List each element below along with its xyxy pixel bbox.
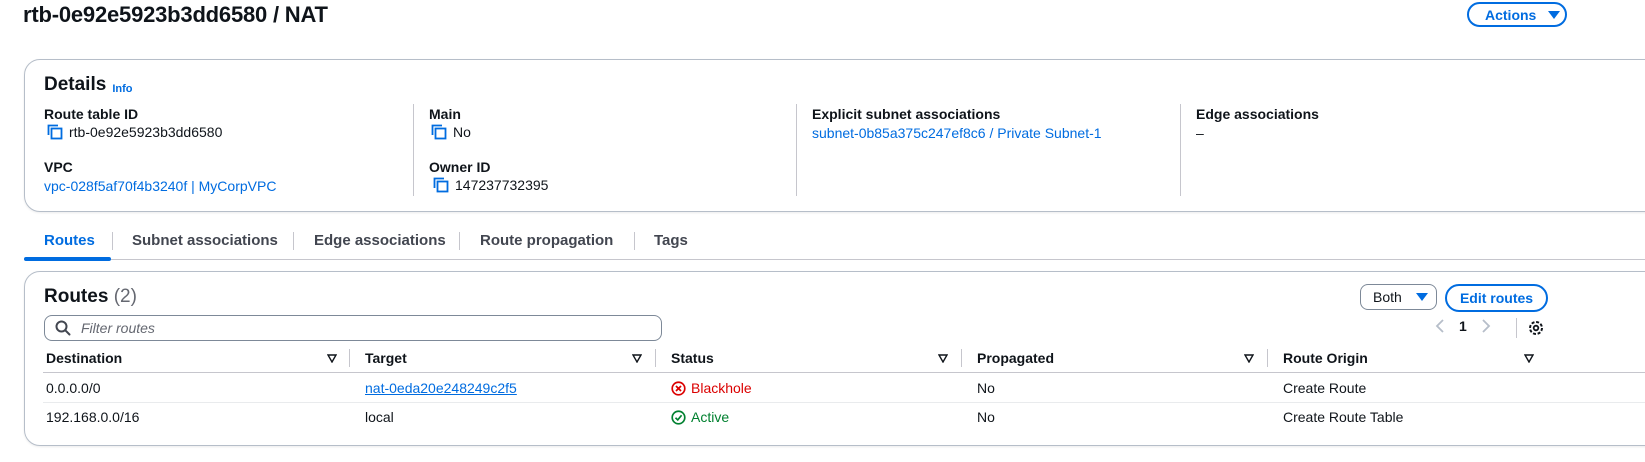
filter-routes-input[interactable] (79, 319, 639, 337)
cell-destination: 0.0.0.0/0 (46, 380, 101, 396)
cell-status: Active (671, 409, 729, 425)
column-divider (413, 104, 414, 196)
active-tab-indicator (24, 257, 111, 261)
page-number[interactable]: 1 (1459, 318, 1467, 334)
actions-button[interactable]: Actions (1467, 2, 1567, 27)
gear-icon[interactable] (1527, 319, 1545, 337)
vpc-link[interactable]: vpc-028f5af70f4b3240f | MyCorpVPC (44, 178, 276, 194)
column-separator[interactable] (349, 349, 350, 367)
filter-routes-search[interactable] (44, 315, 662, 341)
column-header-propagated[interactable]: Propagated (977, 350, 1054, 366)
column-header-status[interactable]: Status (671, 350, 714, 366)
explicit-subnet-label: Explicit subnet associations (812, 106, 1001, 122)
tab-separator (293, 232, 294, 250)
route-table-id-value: rtb-0e92e5923b3dd6580 (47, 124, 222, 140)
copy-icon[interactable] (433, 177, 449, 193)
tab-separator (634, 232, 635, 250)
error-icon (671, 380, 686, 396)
caret-down-icon (1415, 293, 1428, 301)
cell-propagated: No (977, 380, 995, 396)
column-separator[interactable] (1267, 349, 1268, 367)
route-filter-select[interactable]: Both (1360, 284, 1437, 310)
sort-icon[interactable] (1524, 354, 1534, 363)
column-header-route-origin[interactable]: Route Origin (1283, 350, 1368, 366)
tab-subnet-associations[interactable]: Subnet associations (132, 232, 278, 249)
tab-edge-associations[interactable]: Edge associations (314, 232, 446, 249)
sort-icon[interactable] (1244, 354, 1254, 363)
column-separator[interactable] (961, 349, 962, 367)
chevron-right-icon[interactable] (1481, 319, 1491, 333)
edit-routes-button[interactable]: Edit routes (1445, 284, 1548, 312)
cell-status: Blackhole (671, 380, 752, 396)
column-divider (796, 104, 797, 196)
copy-icon[interactable] (431, 124, 447, 140)
tab-separator (459, 232, 460, 250)
routes-count: (2) (113, 286, 137, 307)
owner-id-label: Owner ID (429, 159, 491, 175)
tab-separator (112, 232, 113, 250)
owner-id-value: 147237732395 (433, 177, 548, 193)
column-header-destination[interactable]: Destination (46, 350, 122, 366)
route-filter-value: Both (1373, 289, 1402, 305)
copy-icon[interactable] (47, 124, 63, 140)
routes-heading: Routes (2) (44, 286, 137, 308)
column-header-target[interactable]: Target (365, 350, 407, 366)
routes-title: Routes (44, 286, 109, 307)
cell-target: local (365, 409, 394, 425)
table-header-divider (43, 372, 1645, 373)
main-text: No (453, 124, 471, 140)
actions-button-label: Actions (1485, 6, 1537, 23)
main-value: No (431, 124, 471, 140)
chevron-left-icon[interactable] (1435, 319, 1445, 333)
route-table-id-text: rtb-0e92e5923b3dd6580 (69, 124, 223, 140)
sort-icon[interactable] (938, 354, 948, 363)
edge-associations-value: – (1196, 125, 1204, 141)
info-link[interactable]: Info (112, 83, 132, 95)
details-title: Details (44, 74, 107, 95)
details-heading: Details Info (44, 74, 132, 96)
tab-tags[interactable]: Tags (654, 232, 688, 249)
cell-route-origin: Create Route (1283, 380, 1367, 396)
check-circle-icon (671, 409, 686, 425)
main-label: Main (429, 106, 461, 122)
vpc-label: VPC (44, 159, 73, 175)
caret-down-icon (1548, 10, 1561, 19)
status-text: Active (691, 409, 730, 425)
column-divider (1180, 104, 1181, 196)
tab-bar: Routes Subnet associations Edge associat… (24, 228, 1645, 261)
cell-route-origin: Create Route Table (1283, 409, 1404, 425)
table-row-divider (43, 402, 1645, 403)
column-separator[interactable] (655, 349, 656, 367)
pagination: 1 (1435, 318, 1491, 334)
owner-id-text: 147237732395 (455, 177, 549, 193)
details-panel: Details Info Route table ID rtb-0e92e5923… (24, 59, 1645, 212)
explicit-subnet-link[interactable]: subnet-0b85a375c247ef8c6 / Private Subne… (812, 125, 1102, 141)
cell-target-link[interactable]: nat-0eda20e248249c2f5 (365, 380, 517, 396)
search-icon (55, 320, 71, 336)
tab-routes[interactable]: Routes (44, 232, 95, 249)
sort-icon[interactable] (327, 354, 337, 363)
sort-icon[interactable] (632, 354, 642, 363)
status-text: Blackhole (691, 380, 752, 396)
route-table-id-label: Route table ID (44, 106, 139, 122)
page-title: rtb-0e92e5923b3dd6580 / NAT (23, 2, 328, 27)
tab-route-propagation[interactable]: Route propagation (480, 232, 613, 249)
cell-propagated: No (977, 409, 995, 425)
routes-panel: Routes (2) Both Edit routes 1 Destinatio… (24, 271, 1645, 446)
cell-destination: 192.168.0.0/16 (46, 409, 140, 425)
pager-separator (1516, 318, 1517, 338)
edge-associations-label: Edge associations (1196, 106, 1319, 122)
